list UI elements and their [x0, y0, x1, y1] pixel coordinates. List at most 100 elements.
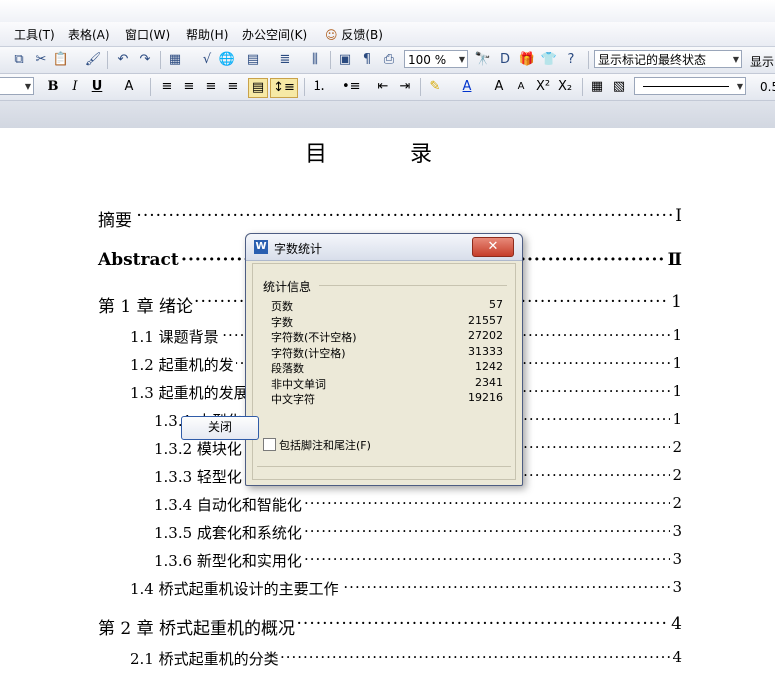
toc-entry[interactable]: ········································…: [0, 522, 775, 543]
page-view-icon[interactable]: ⎙: [380, 51, 398, 69]
help-icon[interactable]: ?: [562, 51, 580, 69]
formatting-toolbar: ▼ B I U A ≡ ≡ ≡ ≡ ▤ ↕≡ ⒈ •≡ ⇤ ⇥ ✎ A A A …: [0, 74, 775, 101]
hyperlink-icon[interactable]: 🌐: [218, 51, 236, 69]
bullets-icon[interactable]: •≡: [342, 78, 361, 96]
toc-entry-title: 1.1 课题背景: [130, 326, 221, 347]
separator: [582, 78, 583, 96]
show-menu[interactable]: 显示: [750, 53, 774, 70]
toc-page-number: 4: [669, 614, 682, 634]
align-right-icon[interactable]: ≡: [202, 78, 220, 96]
toc-entry[interactable]: ········································…: [0, 614, 775, 639]
stat-row: 非中文单词 2341: [271, 375, 503, 391]
paste-icon[interactable]: 📋: [52, 51, 70, 69]
include-footnotes-label[interactable]: 包括脚注和尾注(F): [279, 437, 371, 453]
line-style-select[interactable]: ▼: [634, 77, 746, 95]
toc-entry-title: 1.2 起重机的发: [130, 354, 236, 375]
document-map-icon[interactable]: ▣: [336, 51, 354, 69]
menu-tools[interactable]: 工具(T): [14, 26, 55, 43]
line-spacing-icon[interactable]: ↕≡: [270, 78, 298, 98]
stat-row: 中文字符 19216: [271, 391, 503, 406]
menu-window[interactable]: 窗口(W): [125, 26, 170, 43]
distributed-align-icon[interactable]: ▤: [248, 78, 268, 98]
menu-table[interactable]: 表格(A): [68, 26, 110, 43]
show-marks-icon[interactable]: ¶: [358, 51, 376, 69]
toc-entry[interactable]: ········································…: [0, 550, 775, 571]
stat-label: 非中文单词: [271, 377, 326, 391]
cut-icon[interactable]: ✂: [32, 51, 50, 69]
align-center-icon[interactable]: ≡: [180, 78, 198, 96]
stat-row: 字符数(不计空格) 27202: [271, 329, 503, 344]
shrink-font-icon[interactable]: A: [512, 78, 530, 96]
zoom-select[interactable]: 100 % ▼: [404, 50, 468, 68]
dialog-body: 统计信息 页数 57 字数 21557 字符数(不计空格) 27202 字符数(计空格) 31…: [252, 263, 516, 480]
shading-icon[interactable]: ▧: [610, 78, 628, 96]
text-effect-icon[interactable]: A: [120, 78, 138, 96]
toc-page-number: 3: [670, 578, 682, 596]
word-count-icon[interactable]: D: [496, 51, 514, 69]
separator: [588, 51, 589, 69]
border-icon[interactable]: ▦: [588, 78, 606, 96]
toc-leader-dots: ········································…: [98, 206, 676, 226]
font-size-select[interactable]: ▼: [0, 77, 34, 95]
stat-label: 字数: [271, 315, 293, 329]
copy-icon[interactable]: ⧉: [10, 51, 28, 69]
toc-page-number: 1: [670, 354, 682, 372]
word-count-dialog: W 字数统计 ✕ 统计信息 页数 57 字数 21557 字符数(不计空格) 27202 字…: [245, 233, 523, 486]
format-painter-icon[interactable]: 🖌: [84, 51, 102, 69]
grow-font-icon[interactable]: A: [490, 78, 508, 96]
toc-entry[interactable]: ········································…: [0, 578, 775, 599]
numbering-icon[interactable]: ⒈: [310, 78, 328, 96]
toc-page-number: 4: [670, 648, 682, 666]
shirt-icon[interactable]: 👕: [540, 51, 558, 69]
redo-icon[interactable]: ↷: [136, 51, 154, 69]
columns-icon[interactable]: ≣: [276, 51, 294, 69]
toc-entry[interactable]: ········································…: [0, 206, 775, 231]
highlight-icon[interactable]: ✎: [426, 78, 444, 96]
table-grid-icon[interactable]: ▤: [244, 51, 262, 69]
toc-entry-title: 2.1 桥式起重机的分类: [130, 648, 281, 669]
formula-icon[interactable]: √: [198, 51, 216, 69]
bold-icon[interactable]: B: [44, 78, 62, 96]
toc-entry-title: 1.4 桥式起重机设计的主要工作: [130, 578, 341, 599]
include-footnotes-checkbox[interactable]: [263, 438, 276, 451]
decrease-indent-icon[interactable]: ⇤: [374, 78, 392, 96]
toc-entry-title: 第 2 章 桥式起重机的概况: [98, 614, 298, 639]
toc-page-number: 1: [670, 326, 682, 344]
line-weight-value[interactable]: 0.5: [760, 80, 775, 94]
close-icon[interactable]: ✕: [472, 237, 514, 257]
toc-entry-title: 1.3.2 模块化: [154, 438, 244, 459]
close-button[interactable]: 关闭: [181, 416, 259, 440]
top-strip: [0, 0, 775, 22]
toc-entry-title: 1.3.4 自动化和智能化: [154, 494, 304, 515]
toc-entry[interactable]: ········································…: [0, 494, 775, 515]
menu-office-space[interactable]: 办公空间(K): [242, 26, 307, 43]
toc-entry[interactable]: ········································…: [0, 648, 775, 669]
gift-icon[interactable]: 🎁: [518, 51, 536, 69]
track-changes-select[interactable]: 显示标记的最终状态 ▼: [594, 50, 742, 68]
increase-indent-icon[interactable]: ⇥: [396, 78, 414, 96]
italic-icon[interactable]: I: [66, 78, 84, 96]
feedback-icon: ☺: [325, 28, 338, 42]
stat-value: 1242: [475, 360, 503, 373]
stat-value: 57: [489, 298, 503, 311]
undo-icon[interactable]: ↶: [114, 51, 132, 69]
stat-label: 页数: [271, 300, 293, 313]
dialog-titlebar[interactable]: W 字数统计 ✕: [246, 234, 522, 261]
toc-entry-title: 第 1 章 绪论: [98, 292, 196, 317]
find-icon[interactable]: 🔭: [474, 51, 492, 69]
drawing-icon[interactable]: ⫼: [306, 51, 324, 69]
superscript-icon[interactable]: X²: [534, 78, 552, 96]
insert-table-icon[interactable]: ▦: [166, 51, 184, 69]
font-color-icon[interactable]: A: [458, 78, 476, 96]
subscript-icon[interactable]: X₂: [556, 78, 574, 96]
stat-value: 21557: [468, 313, 503, 327]
separator: [330, 51, 331, 69]
justify-icon[interactable]: ≡: [224, 78, 242, 96]
align-left-icon[interactable]: ≡: [158, 78, 176, 96]
underline-icon[interactable]: U: [88, 78, 106, 96]
menu-help[interactable]: 帮助(H): [186, 26, 228, 43]
menu-feedback[interactable]: ☺ 反馈(B): [325, 26, 383, 43]
stat-row: 字数 21557: [271, 313, 503, 329]
toc-page-number: I: [673, 206, 682, 226]
stat-value: 2341: [475, 375, 503, 389]
